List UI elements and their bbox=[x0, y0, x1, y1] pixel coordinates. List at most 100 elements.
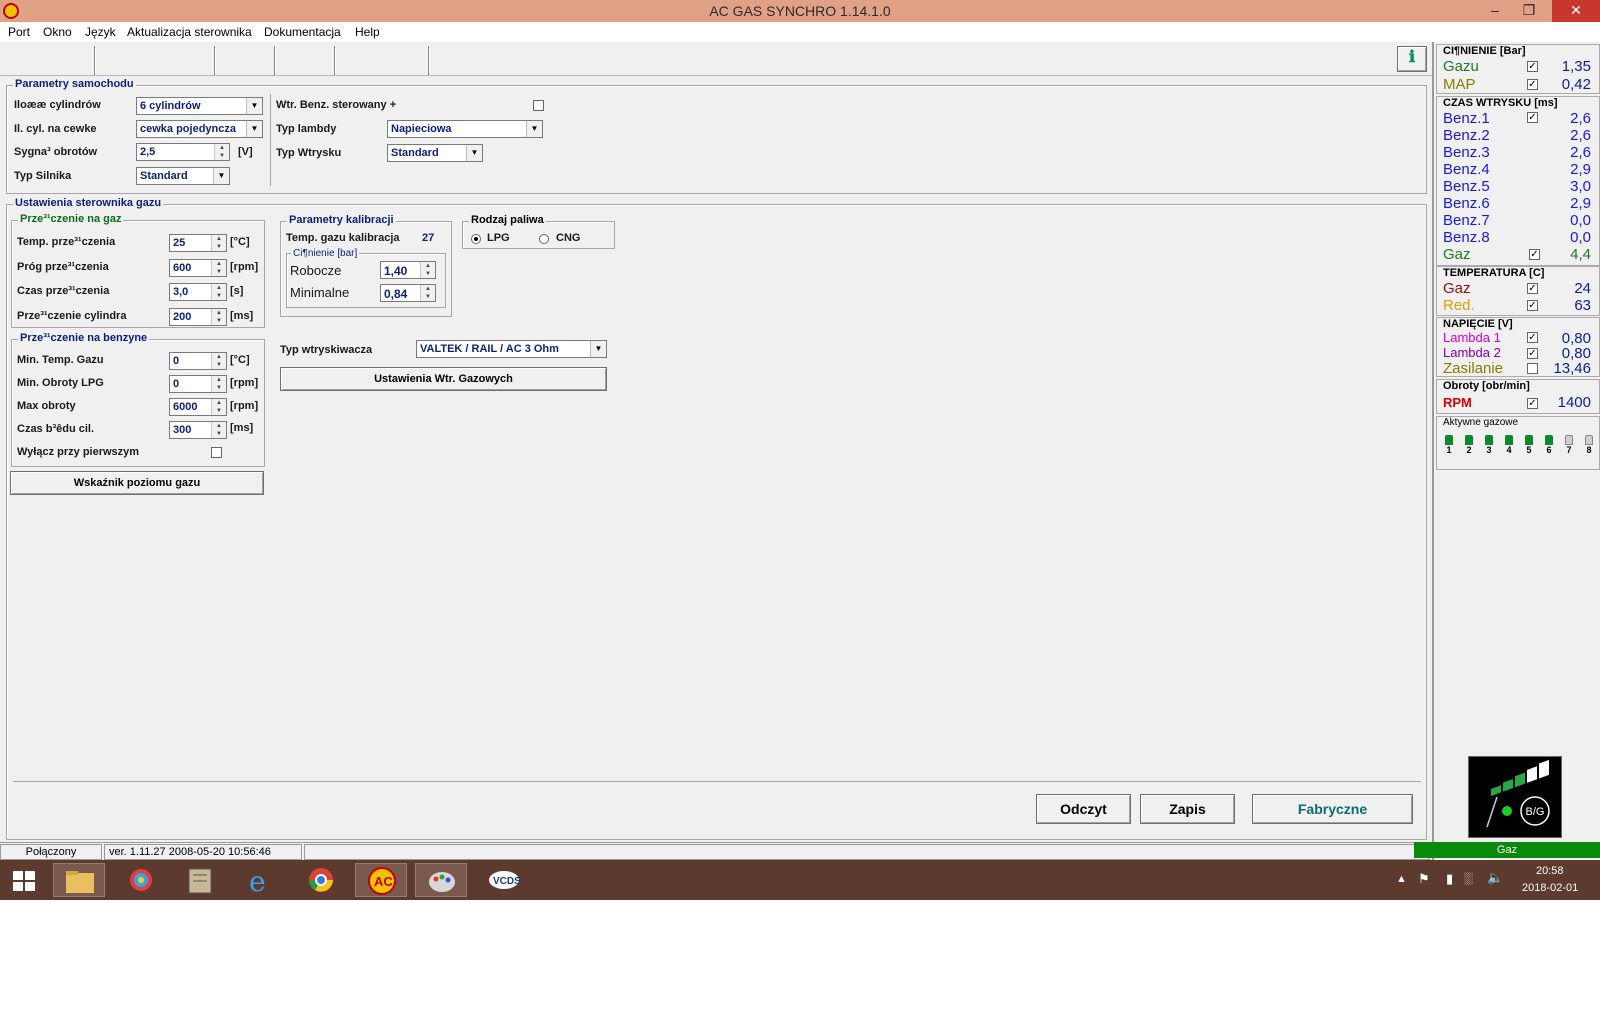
info-button[interactable]: ℹ bbox=[1397, 46, 1427, 72]
injector-type-select[interactable]: VALTEK / RAIL / AC 3 Ohm ▼ bbox=[416, 340, 607, 358]
gas-level-button[interactable]: Wskaźnik poziomu gazu bbox=[10, 471, 264, 495]
vcds-icon[interactable]: VCDS bbox=[478, 863, 530, 897]
error-time-spinner[interactable]: 300 ▲ ▼ bbox=[169, 421, 227, 439]
tab-separator bbox=[334, 46, 336, 76]
minimize-button[interactable]: – bbox=[1480, 0, 1510, 22]
switch-rpm-spinner[interactable]: 600 ▲ ▼ bbox=[169, 259, 227, 277]
pressure-gas-checkbox[interactable]: ✓ bbox=[1527, 61, 1538, 72]
paint-icon[interactable] bbox=[415, 863, 467, 897]
spin-arrows-icon[interactable]: ▲ ▼ bbox=[420, 262, 435, 278]
temp-gas-checkbox[interactable]: ✓ bbox=[1527, 283, 1538, 294]
windows-start-icon[interactable] bbox=[0, 863, 48, 897]
gas-inj-label: Gaz bbox=[1443, 246, 1471, 263]
clock-time[interactable]: 20:58 bbox=[1536, 865, 1564, 877]
gas-inj-value: 4,4 bbox=[1570, 246, 1591, 263]
lambda-select[interactable]: Napieciowa ▼ bbox=[387, 120, 543, 138]
toolbar: ℹ bbox=[0, 42, 1435, 76]
svg-text:AC: AC bbox=[374, 874, 393, 889]
supply-checkbox[interactable] bbox=[1527, 363, 1538, 374]
close-button[interactable]: ✕ bbox=[1552, 0, 1600, 22]
voltage-section: NAPIĘCIE [V] Lambda 1 ✓ 0,80 Lambda 2 ✓ … bbox=[1436, 317, 1600, 377]
coil-select[interactable]: cewka pojedyncza ▼ bbox=[136, 120, 263, 138]
temp-red-checkbox[interactable]: ✓ bbox=[1527, 300, 1538, 311]
min-rpm-spinner[interactable]: 0 ▲ ▼ bbox=[169, 375, 227, 393]
benz-checkbox[interactable]: ✓ bbox=[1527, 112, 1538, 123]
pressure-map-checkbox[interactable]: ✓ bbox=[1527, 79, 1538, 90]
spin-arrows-icon[interactable]: ▲ ▼ bbox=[211, 284, 226, 300]
working-pressure-spinner[interactable]: 1,40 ▲ ▼ bbox=[380, 261, 436, 279]
tab-separator bbox=[274, 46, 276, 76]
max-rpm-unit: [rpm] bbox=[230, 400, 259, 412]
calib-group: Parametry kalibracji Temp. gazu kalibrac… bbox=[280, 214, 452, 317]
maximize-button[interactable]: ❐ bbox=[1514, 0, 1544, 22]
factory-button[interactable]: Fabryczne bbox=[1252, 794, 1413, 824]
archive-app-icon[interactable] bbox=[175, 863, 227, 897]
spin-arrows-icon[interactable]: ▲ ▼ bbox=[211, 422, 226, 438]
benz6-value: 2,9 bbox=[1570, 195, 1591, 212]
picasa-icon[interactable] bbox=[115, 863, 167, 897]
spin-arrows-icon[interactable]: ▲ ▼ bbox=[211, 376, 226, 392]
gas-level-indicator-icon: B/G bbox=[1486, 759, 1550, 828]
internet-explorer-icon[interactable]: e bbox=[235, 863, 287, 898]
spin-arrows-icon[interactable]: ▲ ▼ bbox=[420, 285, 435, 301]
max-rpm-spinner[interactable]: 6000 ▲ ▼ bbox=[169, 398, 227, 416]
benz5-label: Benz.5 bbox=[1443, 178, 1490, 195]
fuel-lpg-radio[interactable] bbox=[471, 234, 481, 244]
fuel-cng-radio[interactable] bbox=[539, 234, 549, 244]
battery-icon[interactable]: ▮ bbox=[1446, 871, 1453, 887]
divider bbox=[270, 94, 271, 186]
tray-expand-icon[interactable]: ▲ bbox=[1396, 873, 1407, 885]
spin-arrows-icon[interactable]: ▲ ▼ bbox=[211, 260, 226, 276]
cylinders-select[interactable]: 6 cylindrów ▼ bbox=[136, 97, 263, 115]
pressure-section: CI¶NIENIE [Bar] Gazu ✓ 1,35 MAP ✓ 0,42 bbox=[1436, 44, 1600, 94]
menu-aktualizacja[interactable]: Aktualizacja sterownika bbox=[127, 25, 252, 39]
lambda1-checkbox[interactable]: ✓ bbox=[1527, 332, 1538, 343]
read-button[interactable]: Odczyt bbox=[1036, 794, 1131, 824]
menu-okno[interactable]: Okno bbox=[43, 25, 72, 39]
write-button[interactable]: Zapis bbox=[1140, 794, 1235, 824]
car-params-title: Parametry samochodu bbox=[13, 78, 136, 90]
injection-type-select[interactable]: Standard ▼ bbox=[387, 144, 483, 162]
gas-inj-checkbox[interactable]: ✓ bbox=[1529, 249, 1540, 260]
ac-gas-app-icon[interactable]: AC bbox=[355, 863, 407, 897]
pressure-gas-value: 1,35 bbox=[1561, 58, 1591, 75]
menu-jezyk[interactable]: Język bbox=[85, 25, 116, 39]
rpm-signal-spinner[interactable]: 2,5 ▲ ▼ bbox=[136, 143, 230, 161]
switch-temp-spinner[interactable]: 25 ▲ ▼ bbox=[169, 234, 227, 252]
spin-arrows-icon[interactable]: ▲ ▼ bbox=[211, 309, 226, 325]
lambda2-checkbox[interactable]: ✓ bbox=[1527, 348, 1538, 359]
tab-separator bbox=[214, 46, 216, 76]
switch-gas-title: Prze³¹czenie na gaz bbox=[18, 213, 124, 225]
spin-arrows-icon[interactable]: ▲ ▼ bbox=[211, 353, 226, 369]
volume-icon[interactable]: 🔈 bbox=[1487, 870, 1503, 886]
first-off-checkbox[interactable] bbox=[211, 447, 222, 458]
engine-type-select[interactable]: Standard ▼ bbox=[136, 167, 230, 185]
car-params-group: Parametry samochodu Iloææ cylindrów 6 cy… bbox=[6, 78, 1427, 194]
chevron-down-icon: ▼ bbox=[213, 168, 229, 184]
chevron-down-icon: ▼ bbox=[466, 145, 482, 161]
menu-help[interactable]: Help bbox=[355, 25, 380, 39]
clock-date[interactable]: 2018-02-01 bbox=[1522, 882, 1578, 894]
switch-cyl-spinner[interactable]: 200 ▲ ▼ bbox=[169, 308, 227, 326]
chrome-icon[interactable] bbox=[295, 863, 347, 897]
switch-cyl-unit: [ms] bbox=[230, 310, 254, 322]
switch-time-spinner[interactable]: 3,0 ▲ ▼ bbox=[169, 283, 227, 301]
file-explorer-icon[interactable] bbox=[53, 863, 105, 897]
min-temp-spinner[interactable]: 0 ▲ ▼ bbox=[169, 352, 227, 370]
menu-dokumentacja[interactable]: Dokumentacja bbox=[264, 25, 341, 39]
bg-switch[interactable]: B/G bbox=[1468, 756, 1562, 838]
spin-arrows-icon[interactable]: ▲ ▼ bbox=[214, 144, 229, 160]
switch-temp-unit: [°C] bbox=[230, 236, 250, 248]
spin-arrows-icon[interactable]: ▲ ▼ bbox=[211, 235, 226, 251]
signal-icon[interactable]: ░ bbox=[1464, 871, 1473, 885]
rpm-checkbox[interactable]: ✓ bbox=[1527, 398, 1538, 409]
pressure-map-label: MAP bbox=[1443, 76, 1476, 93]
benz-ctrl-checkbox[interactable] bbox=[533, 100, 544, 111]
min-pressure-spinner[interactable]: 0,84 ▲ ▼ bbox=[380, 284, 436, 302]
injector-icon: 5 bbox=[1522, 435, 1536, 455]
menu-port[interactable]: Port bbox=[8, 25, 30, 39]
spin-arrows-icon[interactable]: ▲ ▼ bbox=[211, 399, 226, 415]
temperature-title: TEMPERATURA [C] bbox=[1443, 267, 1545, 279]
action-center-flag-icon[interactable]: ⚑ bbox=[1418, 871, 1430, 887]
gas-injector-settings-button[interactable]: Ustawienia Wtr. Gazowych bbox=[280, 367, 607, 391]
